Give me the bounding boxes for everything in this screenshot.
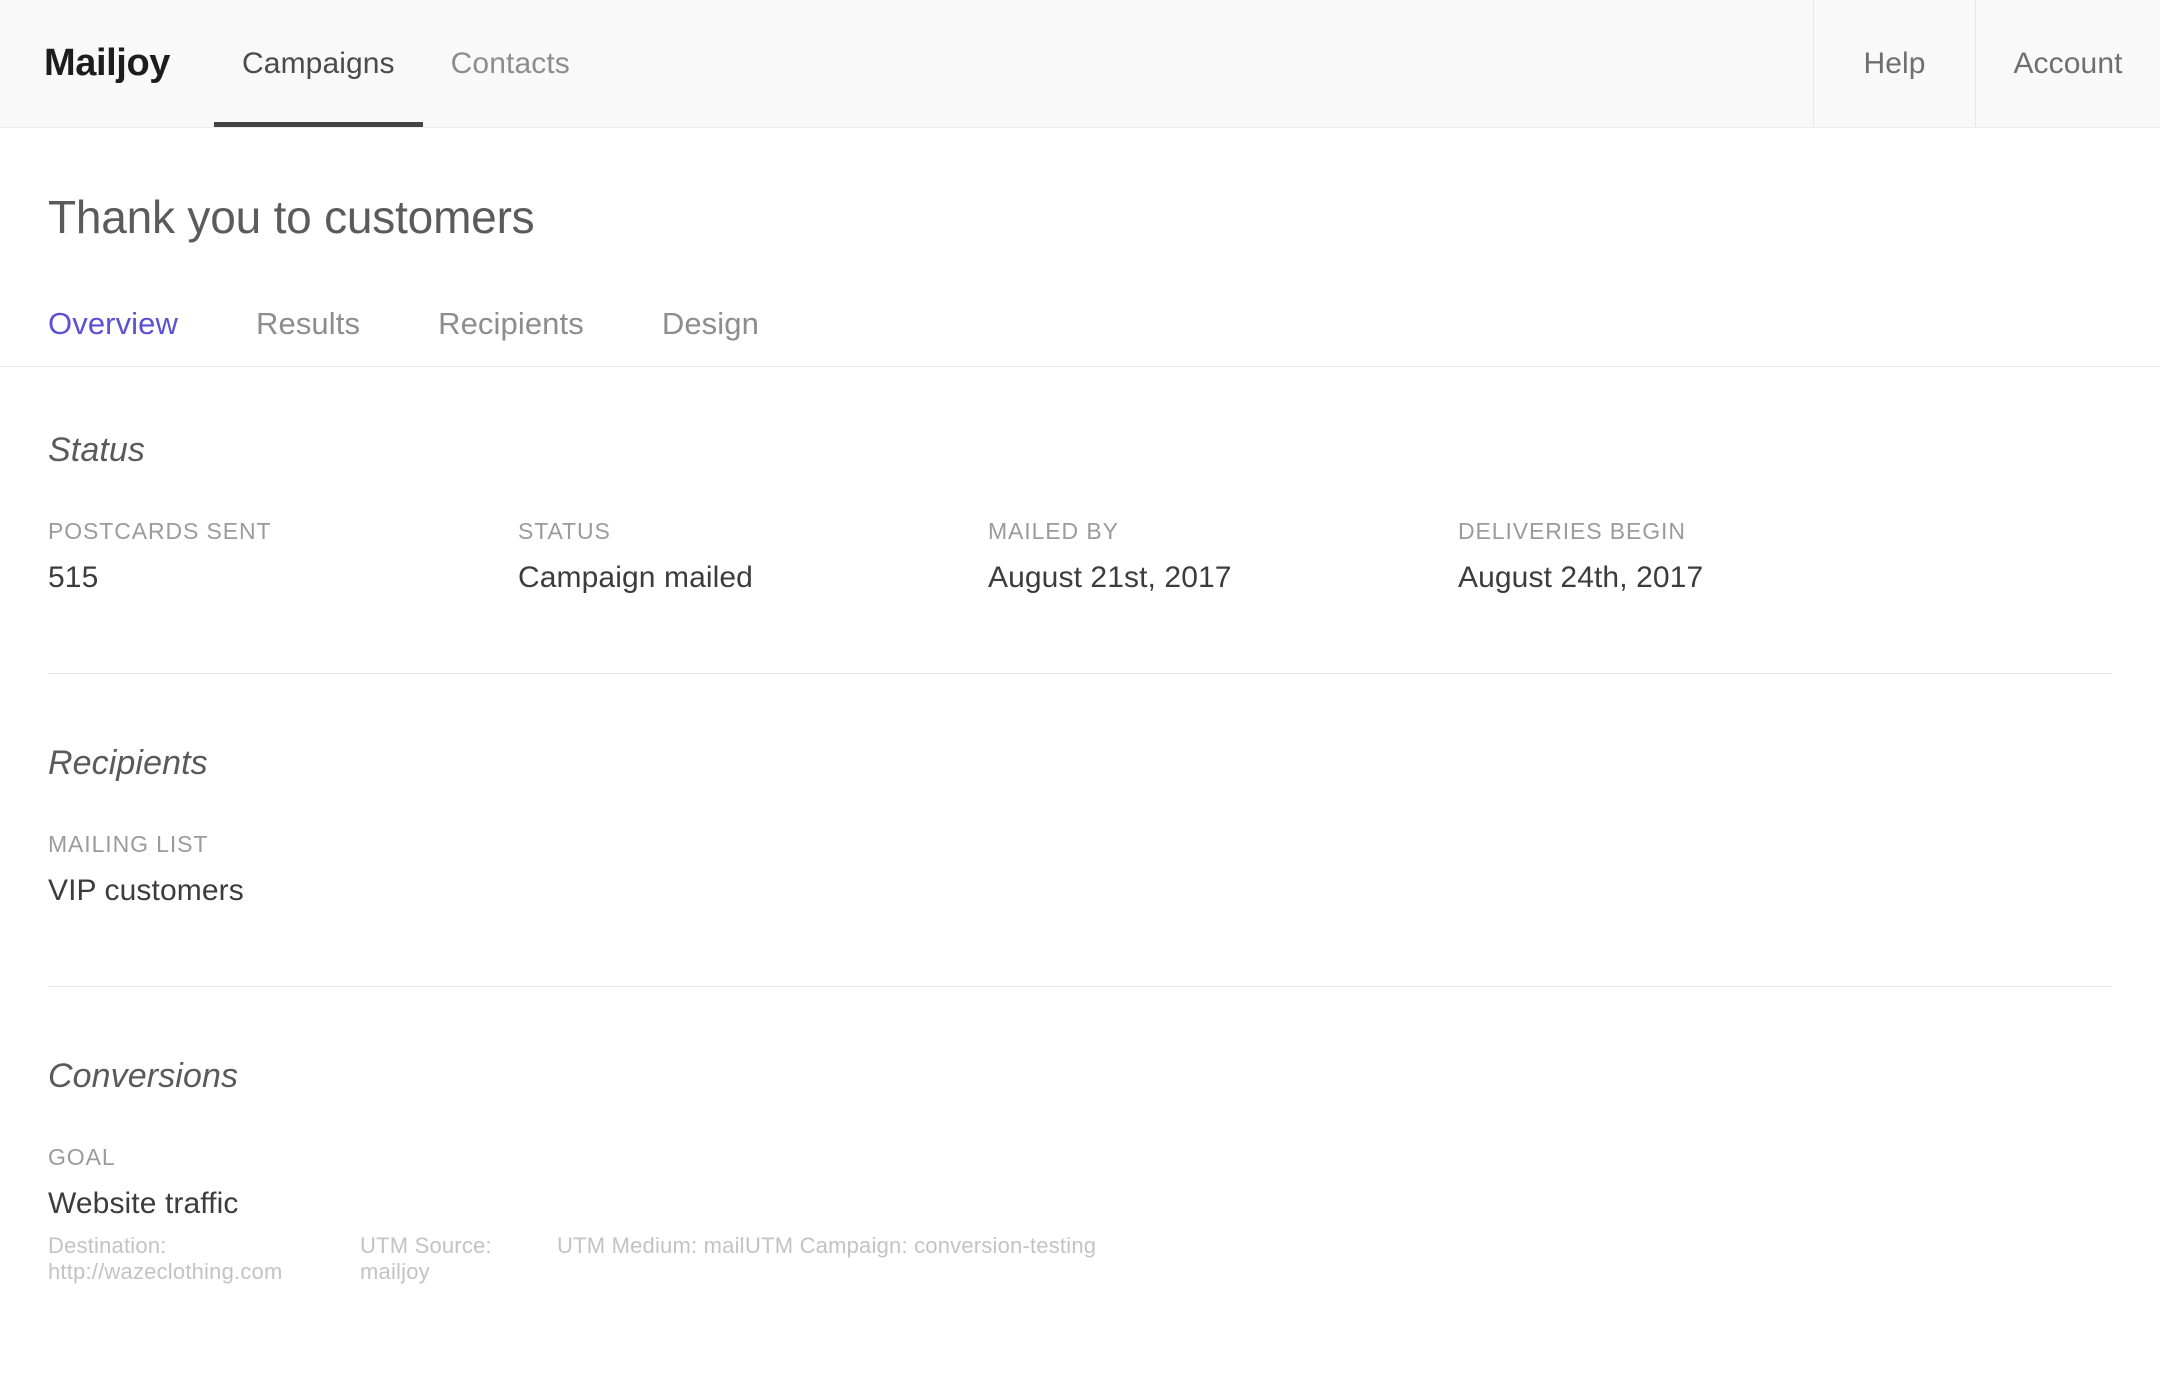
brand-logo[interactable]: Mailjoy [0, 0, 214, 127]
recipients-heading: Recipients [48, 744, 208, 782]
secondary-nav: Help Account [1813, 0, 2160, 127]
section-status: Status POSTCARDS SENT STATUS MAILED BY D… [0, 367, 2160, 673]
status-label-status: STATUS [518, 518, 611, 544]
nav-item-contacts-label: Contacts [450, 46, 570, 80]
status-heading-spacer: Status [48, 367, 2112, 470]
status-bottom-spacer [48, 595, 2112, 673]
recipients-bottom-spacer [48, 908, 2112, 986]
recipients-field-mailing-list: MAILING LIST [48, 831, 518, 858]
status-value-col-status: Campaign mailed [518, 561, 988, 595]
tab-results[interactable]: Results [256, 306, 360, 342]
top-navigation-bar: Mailjoy Campaigns Contacts Help Account [0, 0, 2160, 128]
nav-item-contacts[interactable]: Contacts [423, 0, 598, 127]
nav-item-help-label: Help [1863, 46, 1926, 80]
brand-name: Mailjoy [44, 42, 171, 84]
status-value-postcards-sent: 515 [48, 561, 99, 594]
status-heading: Status [48, 431, 145, 469]
status-value-col-postcards-sent: 515 [48, 561, 518, 595]
recipients-value-col-mailing-list: VIP customers [48, 874, 518, 908]
primary-nav: Campaigns Contacts [214, 0, 598, 127]
tab-design[interactable]: Design [662, 306, 759, 342]
status-label-postcards-sent: POSTCARDS SENT [48, 518, 272, 544]
conversions-labels-row: GOAL [48, 1096, 2112, 1171]
nav-item-help[interactable]: Help [1813, 0, 1975, 127]
nav-item-campaigns-label: Campaigns [242, 46, 395, 80]
utm-campaign: UTM Campaign: conversion-testing [745, 1233, 1097, 1258]
status-value-mailed-by: August 21st, 2017 [988, 561, 1232, 594]
campaign-tabs: Overview Results Recipients Design [0, 244, 2160, 342]
conversions-label-goal: GOAL [48, 1144, 116, 1170]
status-labels-row: POSTCARDS SENT STATUS MAILED BY DELIVERI… [48, 470, 2112, 545]
recipients-labels-row: MAILING LIST [48, 783, 2112, 858]
app-page: Mailjoy Campaigns Contacts Help Account … [0, 0, 2160, 1396]
utm-destination: Destination: http://wazeclothing.com [48, 1233, 283, 1284]
tab-recipients[interactable]: Recipients [438, 306, 584, 342]
conversions-field-goal: GOAL [48, 1144, 518, 1171]
conversions-heading: Conversions [48, 1057, 239, 1095]
status-label-mailed-by: MAILED BY [988, 518, 1119, 544]
tab-overview[interactable]: Overview [48, 306, 178, 342]
nav-item-account[interactable]: Account [1975, 0, 2160, 127]
conversions-value-goal: Website traffic [48, 1187, 239, 1220]
utm-source: UTM Source: mailjoy [360, 1233, 492, 1284]
utm-medium: UTM Medium: mail [557, 1233, 745, 1258]
status-value-col-mailed-by: August 21st, 2017 [988, 561, 1458, 595]
nav-item-campaigns[interactable]: Campaigns [214, 0, 423, 127]
status-field-mailed-by: MAILED BY [988, 518, 1458, 545]
status-value-status: Campaign mailed [518, 561, 753, 594]
status-label-deliveries-begin: DELIVERIES BEGIN [1458, 518, 1686, 544]
section-conversions: Conversions GOAL Website traffic Destina… [0, 987, 2160, 1285]
conversions-value-col-goal: Website traffic [48, 1187, 518, 1221]
section-recipients: Recipients MAILING LIST VIP customers [0, 674, 2160, 986]
conversions-values-row: Website traffic [48, 1171, 2112, 1221]
nav-item-account-label: Account [2013, 46, 2123, 80]
status-value-deliveries-begin: August 24th, 2017 [1458, 561, 1704, 594]
conversions-utm-row: Destination: http://wazeclothing.com UTM… [48, 1221, 2112, 1285]
status-field-status: STATUS [518, 518, 988, 545]
status-field-deliveries-begin: DELIVERIES BEGIN [1458, 518, 1928, 545]
recipients-heading-spacer: Recipients [48, 674, 2112, 783]
status-values-row: 515 Campaign mailed August 21st, 2017 Au… [48, 545, 2112, 595]
page-title: Thank you to customers [48, 191, 535, 243]
status-value-col-deliveries-begin: August 24th, 2017 [1458, 561, 1928, 595]
status-field-postcards-sent: POSTCARDS SENT [48, 518, 518, 545]
recipients-values-row: VIP customers [48, 858, 2112, 908]
recipients-value-mailing-list: VIP customers [48, 874, 244, 907]
conversions-heading-spacer: Conversions [48, 987, 2112, 1096]
recipients-label-mailing-list: MAILING LIST [48, 831, 209, 857]
